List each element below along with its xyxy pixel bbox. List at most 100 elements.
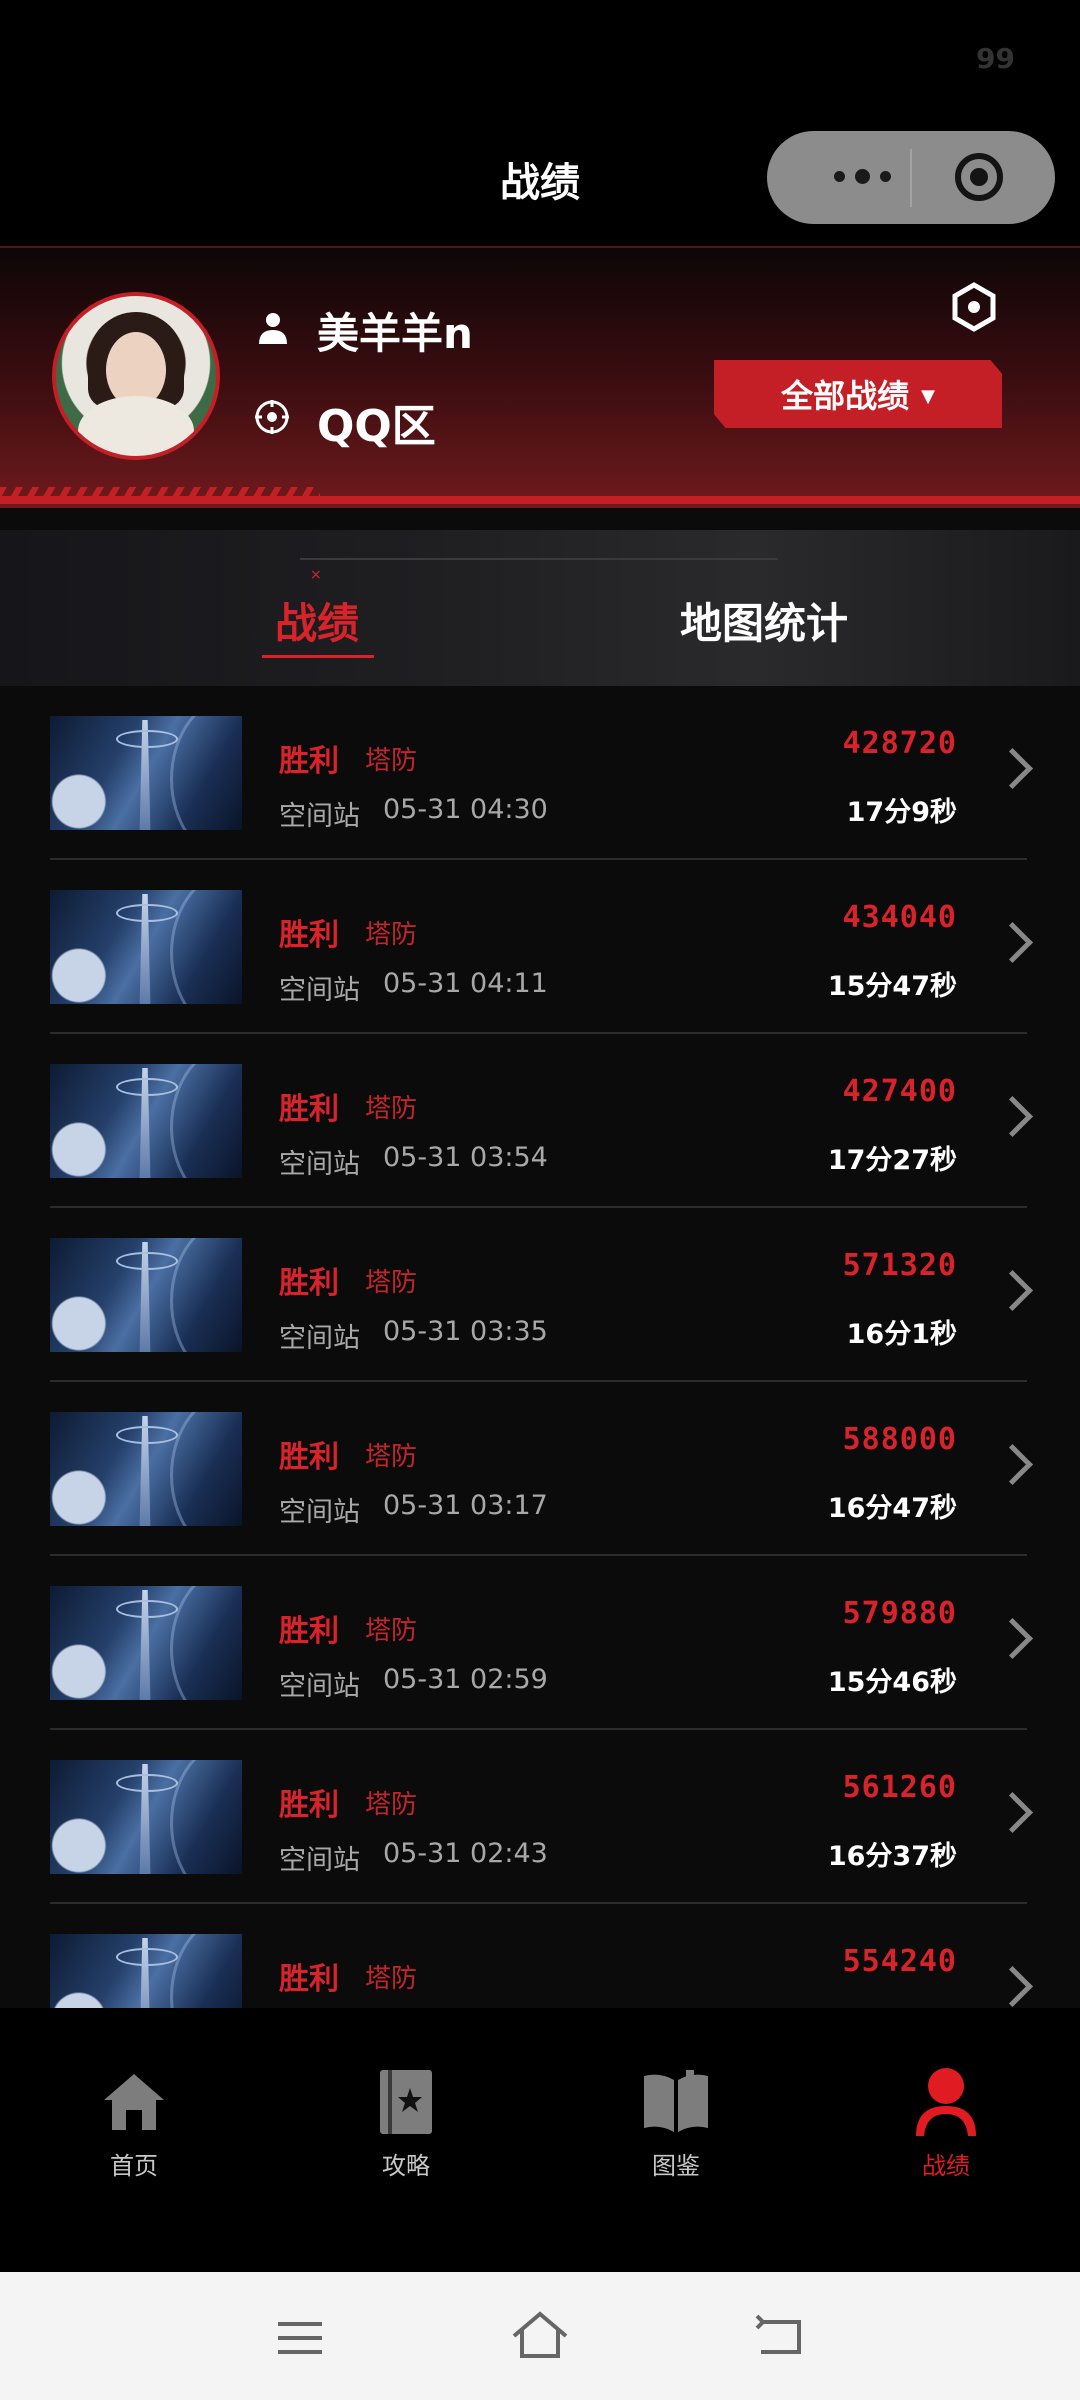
record-row[interactable]: 胜利 塔防 空间站 05-31 03:17 588000 16分47秒 [50,1382,1034,1556]
chevron-right-icon [991,1791,1034,1834]
dropdown-caret-icon: ▼ [921,385,935,407]
record-datetime: 05-31 02:43 [383,1838,548,1869]
record-mode: 塔防 [365,1790,418,1820]
record-result: 胜利 [279,1788,339,1823]
chevron-right-icon [991,747,1034,790]
record-mode: 塔防 [365,1094,418,1124]
map-thumbnail [50,716,242,830]
record-datetime: 05-31 03:54 [383,1142,548,1173]
zone-name: QQ区 [317,401,436,452]
guide-book-icon [380,2070,432,2134]
username: 美羊羊n [317,309,473,358]
chevron-right-icon [991,1095,1034,1138]
nav-records-label: 战绩 [922,2152,970,2180]
avatar [52,292,220,460]
record-map: 空间站 [279,1671,360,1702]
tab-bar-decoration [300,558,778,560]
record-mode: 塔防 [365,1442,418,1472]
record-score: 588000 [842,1422,957,1457]
map-thumbnail [50,1934,242,2008]
record-result: 胜利 [279,1266,339,1301]
record-row[interactable]: 胜利 塔防 空间站 05-31 02:43 561260 16分37秒 [50,1730,1034,1904]
status-bar [0,0,1080,120]
home-icon [104,2074,164,2130]
system-home-icon[interactable] [510,2310,570,2362]
record-datetime: 05-31 04:30 [383,794,548,825]
menu-icon[interactable] [278,2320,322,2356]
record-score: 554240 [842,1944,957,1979]
nav-codex-label: 图鉴 [652,2152,700,2180]
tab-active-mark-icon: × [310,567,322,583]
person-icon [916,2068,976,2136]
nav-records[interactable]: 战绩 [876,2066,1016,2181]
record-mode: 塔防 [365,1616,418,1646]
nav-guide[interactable]: 攻略 [336,2066,476,2181]
chevron-right-icon [991,1965,1034,2008]
map-thumbnail [50,1412,242,1526]
nav-home[interactable]: 首页 [64,2066,204,2181]
zone-icon [255,400,289,434]
more-options-button[interactable] [807,161,917,191]
map-thumbnail [50,1586,242,1700]
record-map: 空间站 [279,1497,360,1528]
record-duration: 15分46秒 [827,1667,957,1698]
record-datetime: 05-31 02:59 [383,1664,548,1695]
record-row[interactable]: 胜利 塔防 空间站 05-31 03:54 427400 17分27秒 [50,1034,1034,1208]
tab-map-stats[interactable]: 地图统计 [680,590,848,651]
tab-active-indicator [262,655,374,658]
record-duration: 17分9秒 [846,797,957,828]
nav-codex[interactable]: 图鉴 [606,2066,746,2181]
record-map: 空间站 [279,801,360,832]
record-score: 427400 [842,1074,957,1109]
record-datetime: 05-31 03:17 [383,1490,548,1521]
record-mode: 塔防 [365,1964,418,1994]
chevron-right-icon [991,1269,1034,1312]
chevron-right-icon [991,921,1034,964]
map-thumbnail [50,1760,242,1874]
record-map: 空间站 [279,975,360,1006]
back-icon[interactable] [755,2312,805,2358]
record-result: 胜利 [279,1092,339,1127]
record-result: 胜利 [279,1440,339,1475]
record-duration: 15分47秒 [827,971,957,1002]
record-result: 胜利 [279,918,339,953]
record-score: 579880 [842,1596,957,1631]
map-thumbnail [50,890,242,1004]
record-mode: 塔防 [365,1268,418,1298]
record-result: 胜利 [279,1962,339,1997]
tab-records[interactable]: 战绩 [275,590,359,651]
record-score: 428720 [842,726,957,761]
record-score: 434040 [842,900,957,935]
status-indicator: 99 [976,42,1015,75]
record-row[interactable]: 胜利 塔防 554240 [50,1904,1034,2008]
filter-all-records-button[interactable]: 全部战绩 ▼ [714,360,1002,428]
record-row[interactable]: 胜利 塔防 空间站 05-31 04:30 428720 17分9秒 [50,686,1034,860]
nav-guide-label: 攻略 [382,2152,430,2180]
record-row[interactable]: 胜利 塔防 空间站 05-31 03:35 571320 16分1秒 [50,1208,1034,1382]
tab-bar [0,530,1080,686]
record-mode: 塔防 [365,746,418,776]
close-miniprogram-icon[interactable] [955,153,1003,201]
record-score: 571320 [842,1248,957,1283]
nav-home-label: 首页 [110,2152,158,2180]
record-row[interactable]: 胜利 塔防 空间站 05-31 02:59 579880 15分46秒 [50,1556,1034,1730]
open-book-icon [644,2070,708,2132]
record-datetime: 05-31 04:11 [383,968,548,999]
record-map: 空间站 [279,1845,360,1876]
map-thumbnail [50,1238,242,1352]
user-icon [259,313,287,344]
record-datetime: 05-31 03:35 [383,1316,548,1347]
map-thumbnail [50,1064,242,1178]
chevron-right-icon [991,1617,1034,1660]
record-duration: 16分37秒 [827,1841,957,1872]
miniprogram-capsule [767,131,1055,224]
record-duration: 16分1秒 [846,1319,957,1350]
chevron-right-icon [991,1443,1034,1486]
record-map: 空间站 [279,1149,360,1180]
record-row[interactable]: 胜利 塔防 空间站 05-31 04:11 434040 15分47秒 [50,860,1034,1034]
record-mode: 塔防 [365,920,418,950]
header-underline [0,496,1080,504]
record-map: 空间站 [279,1323,360,1354]
capsule-divider [910,149,912,207]
settings-hex-icon[interactable] [951,282,997,332]
